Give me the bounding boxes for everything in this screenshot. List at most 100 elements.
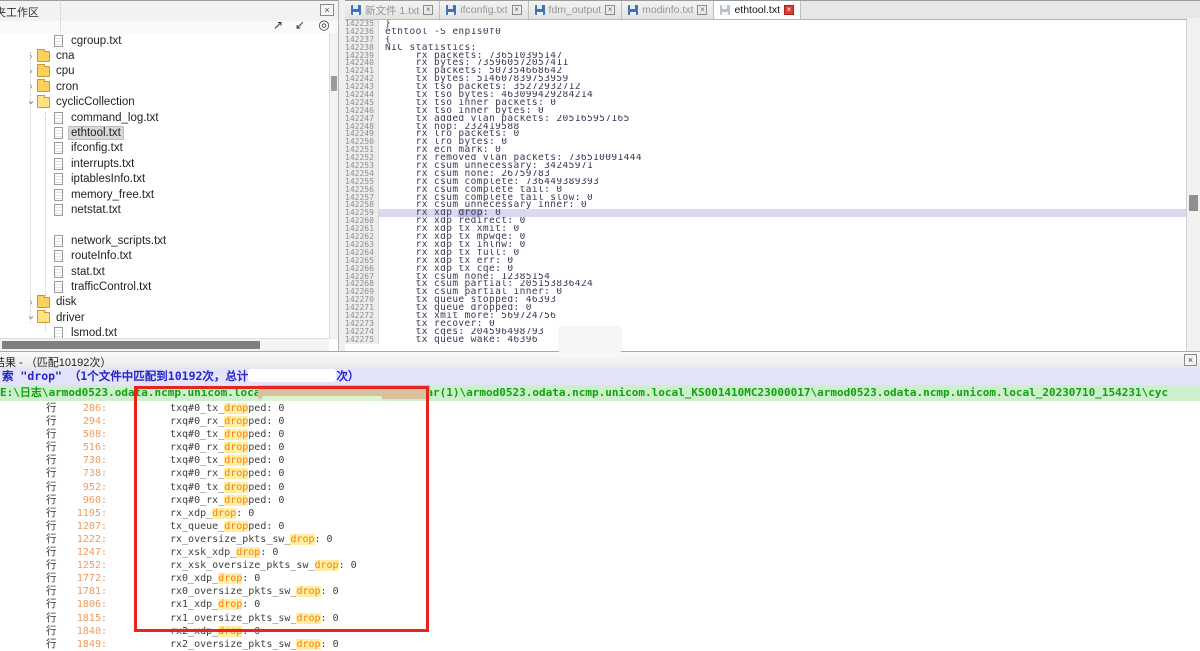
row-line-label: 行: [46, 467, 60, 480]
line-text: rx_csum_complete: 736449389393: [379, 178, 1187, 186]
row-line-label: 行: [46, 533, 60, 546]
tree-item[interactable]: lsmod.txt: [0, 325, 329, 339]
tree-item-label: cgroup.txt: [69, 35, 124, 47]
line-text: rx_csum_unnecessary: 34245971: [379, 162, 1187, 170]
tree-item[interactable]: › disk: [0, 295, 329, 310]
close-icon[interactable]: ×: [320, 4, 334, 16]
editor-line: 142273 tx_recover: 0: [345, 320, 1187, 328]
editor-line: 142263 rx_xdp_tx_inlnw: 0: [345, 241, 1187, 249]
tree-item[interactable]: interrupts.txt: [0, 156, 329, 171]
row-line-label: 行: [46, 441, 60, 454]
line-text: tx_recover: 0: [379, 320, 1187, 328]
editor-pane[interactable]: 新文件 1.txt × ifconfig.txt × fdm_output × …: [345, 0, 1200, 351]
tab-label: ethtool.txt: [734, 4, 780, 16]
censor-blob-search: [248, 369, 336, 382]
tree-expand-arrow-icon[interactable]: ›: [25, 66, 37, 77]
tab-close-icon[interactable]: ×: [605, 5, 615, 15]
editor-line: 142243 tx_tso_packets: 35272932712: [345, 83, 1187, 91]
editor-line: 142240 rx_bytes: 735960572057411: [345, 59, 1187, 67]
tree-item[interactable]: command_log.txt: [0, 110, 329, 125]
tree-item[interactable]: memory_free.txt: [0, 187, 329, 202]
save-icon: [446, 5, 456, 15]
tree-item[interactable]: › driver: [0, 310, 329, 325]
file-icon: [54, 189, 63, 201]
tree-item-label: cna: [54, 50, 77, 62]
tree-horizontal-scrollbar-thumb[interactable]: [2, 341, 260, 349]
row-line-number: 738:: [60, 467, 107, 480]
tree-item[interactable]: routeInfo.txt: [0, 248, 329, 263]
editor-vertical-scrollbar[interactable]: [1186, 18, 1200, 351]
tree-expand-arrow-icon[interactable]: ›: [26, 312, 37, 324]
tree-item[interactable]: › cron: [0, 79, 329, 94]
tab-close-icon[interactable]: ×: [512, 5, 522, 15]
tree-expand-arrow-icon[interactable]: ›: [25, 297, 37, 308]
tab-close-icon[interactable]: ×: [423, 5, 433, 15]
editor-line: 142244 tx_tso_bytes: 463099429284214: [345, 91, 1187, 99]
tree-item[interactable]: stat.txt: [0, 264, 329, 279]
save-icon: [351, 5, 361, 15]
tree-item-label: disk: [54, 296, 78, 308]
tree-item[interactable]: › cyclicCollection: [0, 95, 329, 110]
row-line-number: 1207:: [60, 520, 107, 533]
tree-expand-arrow-icon[interactable]: ›: [26, 96, 37, 108]
row-line-label: 行: [46, 546, 60, 559]
file-icon: [54, 250, 63, 262]
tree-expand-arrow-icon[interactable]: ›: [25, 51, 37, 62]
editor-tab[interactable]: ifconfig.txt ×: [440, 1, 528, 19]
editor-tab[interactable]: fdm_output ×: [529, 1, 623, 19]
tree-item-label: ifconfig.txt: [69, 142, 125, 154]
collapse-all-icon[interactable]: ↙: [292, 17, 308, 33]
tree-item[interactable]: trafficControl.txt: [0, 279, 329, 294]
tree-item[interactable]: ifconfig.txt: [0, 141, 329, 156]
tree-item[interactable]: cgroup.txt: [0, 33, 329, 48]
row-line-number: 1252:: [60, 559, 107, 572]
tree-item[interactable]: network_scripts.txt: [0, 233, 329, 248]
tree-vertical-scrollbar-thumb[interactable]: [331, 76, 337, 91]
row-line-number: 1781:: [60, 585, 107, 598]
tree-item[interactable]: netstat.txt: [0, 202, 329, 217]
expand-all-icon[interactable]: ↗: [270, 17, 286, 33]
editor-vertical-scrollbar-thumb[interactable]: [1189, 195, 1198, 211]
folder-icon: [37, 51, 50, 62]
row-line-label: 行: [46, 454, 60, 467]
editor-line: 142264 rx_xdp_tx_full: 0: [345, 249, 1187, 257]
tree-item[interactable]: iptablesInfo.txt: [0, 172, 329, 187]
file-icon: [54, 266, 63, 278]
file-icon: [54, 173, 63, 185]
line-text: tx_nop: 232419588: [379, 123, 1187, 131]
tree-item[interactable]: › cpu: [0, 64, 329, 79]
editor-content[interactable]: 142235 } 142236 ethtool -S enp1s0f0 1422…: [345, 18, 1187, 351]
annotation-rectangle: [134, 386, 429, 632]
editor-line: 142260 rx_xdp_redirect: 0: [345, 217, 1187, 225]
row-line-number: 1840:: [60, 625, 107, 638]
line-text: }: [379, 20, 1187, 28]
tree-item[interactable]: › cna: [0, 48, 329, 63]
editor-tab[interactable]: modinfo.txt ×: [622, 1, 714, 19]
line-text: rx_csum_complete_tail: 0: [379, 186, 1187, 194]
file-icon: [54, 204, 63, 216]
editor-line: 142274 tx_cqes: 204596498793: [345, 328, 1187, 336]
tree-item[interactable]: ethtool.txt: [0, 125, 329, 140]
tree-vertical-scrollbar[interactable]: [329, 33, 338, 339]
row-line-label: 行: [46, 481, 60, 494]
folder-icon: [37, 297, 50, 308]
editor-line: 142257 rx_csum_complete_tail_slow: 0: [345, 194, 1187, 202]
tab-close-icon[interactable]: ×: [697, 5, 707, 15]
row-line-number: 516:: [60, 441, 107, 454]
tab-close-icon[interactable]: ×: [784, 5, 794, 15]
editor-line: 142241 tx_packets: 507354668642: [345, 67, 1187, 75]
editor-line: 142256 rx_csum_complete_tail: 0: [345, 186, 1187, 194]
tree-item[interactable]: [0, 218, 329, 233]
tree-expand-arrow-icon[interactable]: ›: [25, 81, 37, 92]
close-icon[interactable]: ×: [1184, 354, 1197, 366]
drop-match-highlight: drop: [296, 639, 320, 650]
editor-line: 142245 tx_tso_inner_packets: 0: [345, 99, 1187, 107]
editor-line: 142236 ethtool -S enp1s0f0: [345, 28, 1187, 36]
editor-tab[interactable]: ethtool.txt ×: [714, 1, 801, 19]
tree-horizontal-scrollbar[interactable]: [0, 338, 329, 351]
editor-tab[interactable]: 新文件 1.txt ×: [345, 1, 440, 19]
locate-file-icon[interactable]: ◎: [316, 17, 332, 33]
editor-line: 142252 rx_removed_vlan_packets: 73651009…: [345, 154, 1187, 162]
line-text: tx_packets: 507354668642: [379, 67, 1187, 75]
row-line-number: 960:: [60, 494, 107, 507]
